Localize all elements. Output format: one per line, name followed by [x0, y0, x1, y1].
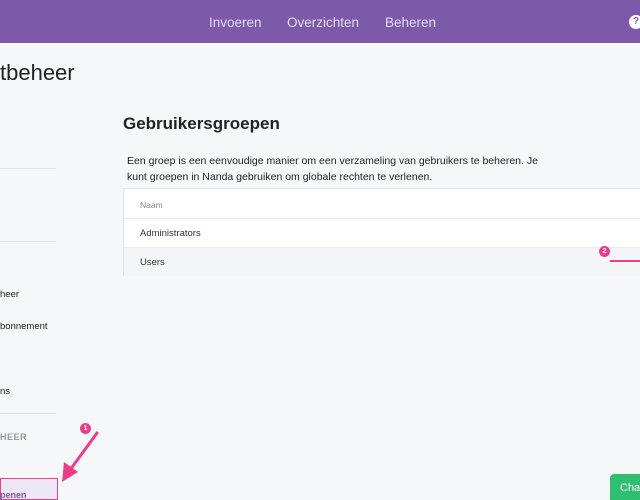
chat-button[interactable]: Chat — [610, 474, 640, 500]
annotation-arrow-icon — [62, 431, 99, 482]
